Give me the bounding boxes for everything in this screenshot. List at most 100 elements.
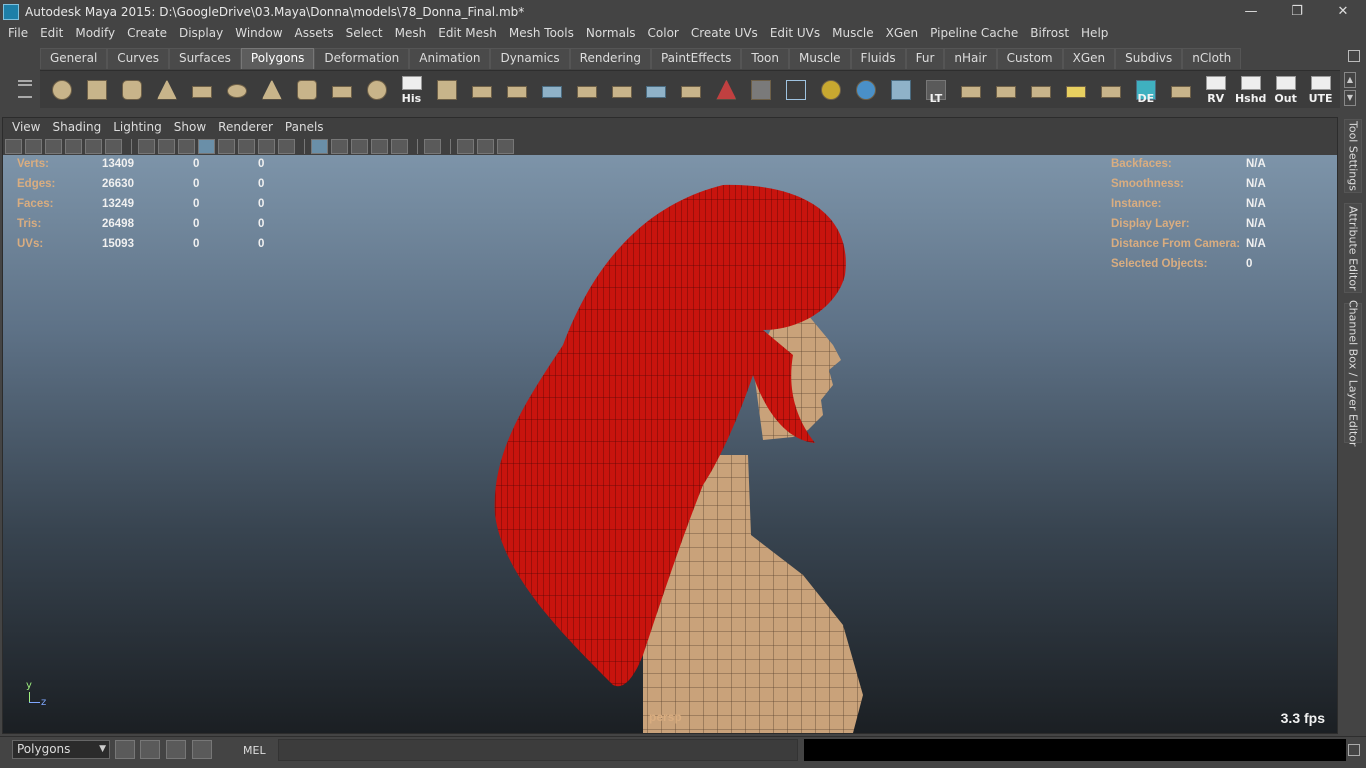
poly-pyramid-icon[interactable]	[256, 74, 287, 106]
poly-cone-icon[interactable]	[151, 74, 182, 106]
rotate-manipulator-icon[interactable]	[850, 74, 881, 106]
create-polygon-tool-icon[interactable]	[326, 74, 357, 106]
film-gate-icon[interactable]	[105, 138, 122, 154]
camera-attributes-icon[interactable]	[25, 138, 42, 154]
bookmarks-icon[interactable]	[45, 138, 62, 154]
shelf-tab-polygons[interactable]: Polygons	[240, 48, 315, 69]
shelf-tab-nhair[interactable]: nHair	[944, 48, 997, 69]
shelf-tab-toon[interactable]: Toon	[741, 48, 790, 69]
tab-tool-settings[interactable]: Tool Settings	[1344, 119, 1362, 193]
script-editor-button-icon[interactable]	[1348, 744, 1360, 756]
poly-torus-icon[interactable]	[221, 74, 252, 106]
menu-file[interactable]: File	[2, 26, 34, 40]
motion-blur-icon[interactable]	[351, 138, 368, 154]
shelf-tab-surfaces[interactable]: Surfaces	[168, 48, 241, 69]
shelf-tab-xgen[interactable]: XGen	[1062, 48, 1116, 69]
uv-move-icon[interactable]	[1095, 74, 1126, 106]
menu-bifrost[interactable]: Bifrost	[1024, 26, 1075, 40]
wireframe-on-shaded-icon[interactable]	[198, 138, 215, 154]
lt-icon[interactable]: LT	[920, 74, 951, 106]
panel-menu-lighting[interactable]: Lighting	[107, 120, 168, 134]
menu-color[interactable]: Color	[642, 26, 685, 40]
use-all-lights-icon[interactable]	[258, 138, 275, 154]
menu-modify[interactable]: Modify	[69, 26, 121, 40]
paint-selection-icon[interactable]	[745, 74, 776, 106]
menu-edit-uvs[interactable]: Edit UVs	[764, 26, 826, 40]
smooth-shade-icon[interactable]	[178, 138, 195, 154]
insert-edge-loop-icon[interactable]	[675, 74, 706, 106]
textured-icon[interactable]	[238, 138, 255, 154]
out-icon[interactable]: Out	[1270, 74, 1301, 106]
uv-unfold-icon[interactable]	[1060, 74, 1091, 106]
graph-icon[interactable]	[192, 740, 212, 759]
append-polygon-icon[interactable]	[640, 74, 671, 106]
menu-help[interactable]: Help	[1075, 26, 1114, 40]
shelf-tab-fur[interactable]: Fur	[905, 48, 945, 69]
menu-display[interactable]: Display	[173, 26, 229, 40]
menu-create[interactable]: Create	[121, 26, 173, 40]
grease-pencil-icon[interactable]	[85, 138, 102, 154]
ambient-occlusion-icon[interactable]	[331, 138, 348, 154]
tab-attribute-editor[interactable]: Attribute Editor	[1344, 203, 1362, 293]
anti-aliasing-icon[interactable]	[371, 138, 388, 154]
trash-icon[interactable]	[1348, 50, 1360, 62]
shelf-tab-general[interactable]: General	[40, 48, 108, 69]
shadows-icon[interactable]	[278, 138, 295, 154]
field-chart-icon[interactable]	[477, 138, 494, 154]
extrude-icon[interactable]	[571, 74, 602, 106]
split-polygon-icon[interactable]	[606, 74, 637, 106]
menu-edit-mesh[interactable]: Edit Mesh	[432, 26, 503, 40]
shelf-tab-dynamics[interactable]: Dynamics	[490, 48, 570, 69]
menu-mesh[interactable]: Mesh	[389, 26, 433, 40]
close-button[interactable]: ✕	[1320, 0, 1366, 23]
layout-icon[interactable]	[115, 740, 135, 759]
poly-pipe-icon[interactable]	[291, 74, 322, 106]
menu-normals[interactable]: Normals	[580, 26, 642, 40]
menu-assets[interactable]: Assets	[289, 26, 340, 40]
poly-cylinder-icon[interactable]	[116, 74, 147, 106]
wireframe-cube-icon[interactable]	[780, 74, 811, 106]
menu-xgen[interactable]: XGen	[880, 26, 925, 40]
restore-button[interactable]: ❐	[1274, 0, 1320, 23]
extract-icon[interactable]	[431, 74, 462, 106]
poly-cube-icon[interactable]	[81, 74, 112, 106]
xray-icon[interactable]	[218, 138, 235, 154]
resolution-gate-icon[interactable]	[424, 138, 441, 154]
ute-icon[interactable]: UTE	[1305, 74, 1336, 106]
perspective-viewport[interactable]: Verts: 13409 0 0 Edges: 26630 0 0 Faces:…	[3, 155, 1337, 733]
select-camera-icon[interactable]	[5, 138, 22, 154]
tab-channel-box[interactable]: Channel Box / Layer Editor	[1344, 300, 1362, 446]
image-plane-icon[interactable]	[65, 138, 82, 154]
shelf-tab-fluids[interactable]: Fluids	[850, 48, 906, 69]
shelf-tab-custom[interactable]: Custom	[996, 48, 1063, 69]
panel-menu-view[interactable]: View	[6, 120, 46, 134]
script-editor-icon[interactable]	[140, 740, 160, 759]
shelf-tab-painteffects[interactable]: PaintEffects	[650, 48, 742, 69]
panel-menu-panels[interactable]: Panels	[279, 120, 330, 134]
grid-icon[interactable]	[138, 138, 155, 154]
isolate-select-icon[interactable]	[311, 138, 328, 154]
shelf-tab-animation[interactable]: Animation	[409, 48, 491, 69]
shelf-tab-rendering[interactable]: Rendering	[569, 48, 651, 69]
wireframe-icon[interactable]	[158, 138, 175, 154]
menu-set-select[interactable]: Polygons ▼	[12, 740, 110, 759]
shelf-scroll[interactable]: ▲ ▼	[1344, 72, 1356, 106]
menu-mesh-tools[interactable]: Mesh Tools	[503, 26, 580, 40]
shelf-tab-subdivs[interactable]: Subdivs	[1115, 48, 1183, 69]
gate-mask-icon[interactable]	[457, 138, 474, 154]
shelf-tab-muscle[interactable]: Muscle	[789, 48, 851, 69]
panel-menu-show[interactable]: Show	[168, 120, 212, 134]
command-line-input[interactable]	[278, 739, 798, 761]
de-icon[interactable]: DE	[1130, 74, 1161, 106]
menu-select[interactable]: Select	[340, 26, 389, 40]
shelf-tab-ncloth[interactable]: nCloth	[1182, 48, 1242, 69]
chevron-down-icon[interactable]: ▼	[1344, 90, 1356, 106]
poly-sphere-icon[interactable]	[46, 74, 77, 106]
menu-window[interactable]: Window	[229, 26, 288, 40]
panel-menu-renderer[interactable]: Renderer	[212, 120, 279, 134]
script-language-toggle[interactable]: MEL	[243, 744, 266, 757]
bridge-icon[interactable]	[536, 74, 567, 106]
minimize-button[interactable]: —	[1228, 0, 1274, 23]
safe-action-icon[interactable]	[497, 138, 514, 154]
sculpt-geometry-icon[interactable]	[710, 74, 741, 106]
